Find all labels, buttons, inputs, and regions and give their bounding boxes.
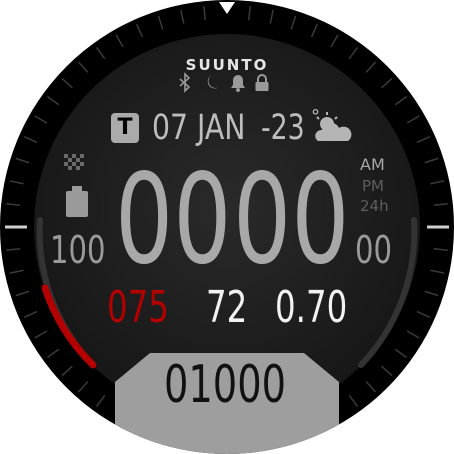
time-seconds: 00: [355, 228, 392, 272]
pattern-cell: [72, 154, 76, 158]
weather-degree: °: [311, 106, 320, 127]
pattern-cell: [72, 162, 76, 166]
steps-count: 01000: [164, 355, 287, 415]
pattern-cell: [64, 162, 68, 166]
brand-logo: SUUNTO: [185, 56, 269, 74]
day-badge-letter: T: [117, 115, 133, 140]
date-text: 07 JAN: [152, 108, 246, 148]
24h-indicator: 24h: [360, 197, 389, 215]
battery-percent: 100: [50, 228, 106, 272]
time-minutes: 00: [233, 148, 350, 292]
pattern-cell: [68, 166, 72, 170]
watch-face: SUUNTO T 07 JAN -23 ° 00 00 AM PM 24h 10…: [0, 0, 454, 454]
pattern-cell: [76, 166, 80, 170]
metric-value-2: 72: [206, 282, 248, 333]
heart-rate-value: 075: [107, 282, 169, 333]
pm-indicator: PM: [362, 177, 384, 195]
time-hours: 00: [115, 148, 232, 292]
pattern-cell: [80, 154, 84, 158]
pattern-cell: [68, 158, 72, 162]
metric-value-3: 0.70: [275, 282, 348, 333]
weather-temperature: -23: [261, 108, 305, 148]
pattern-cell: [64, 154, 68, 158]
pattern-cell: [76, 158, 80, 162]
am-indicator: AM: [360, 155, 385, 174]
pattern-cell: [80, 162, 84, 166]
